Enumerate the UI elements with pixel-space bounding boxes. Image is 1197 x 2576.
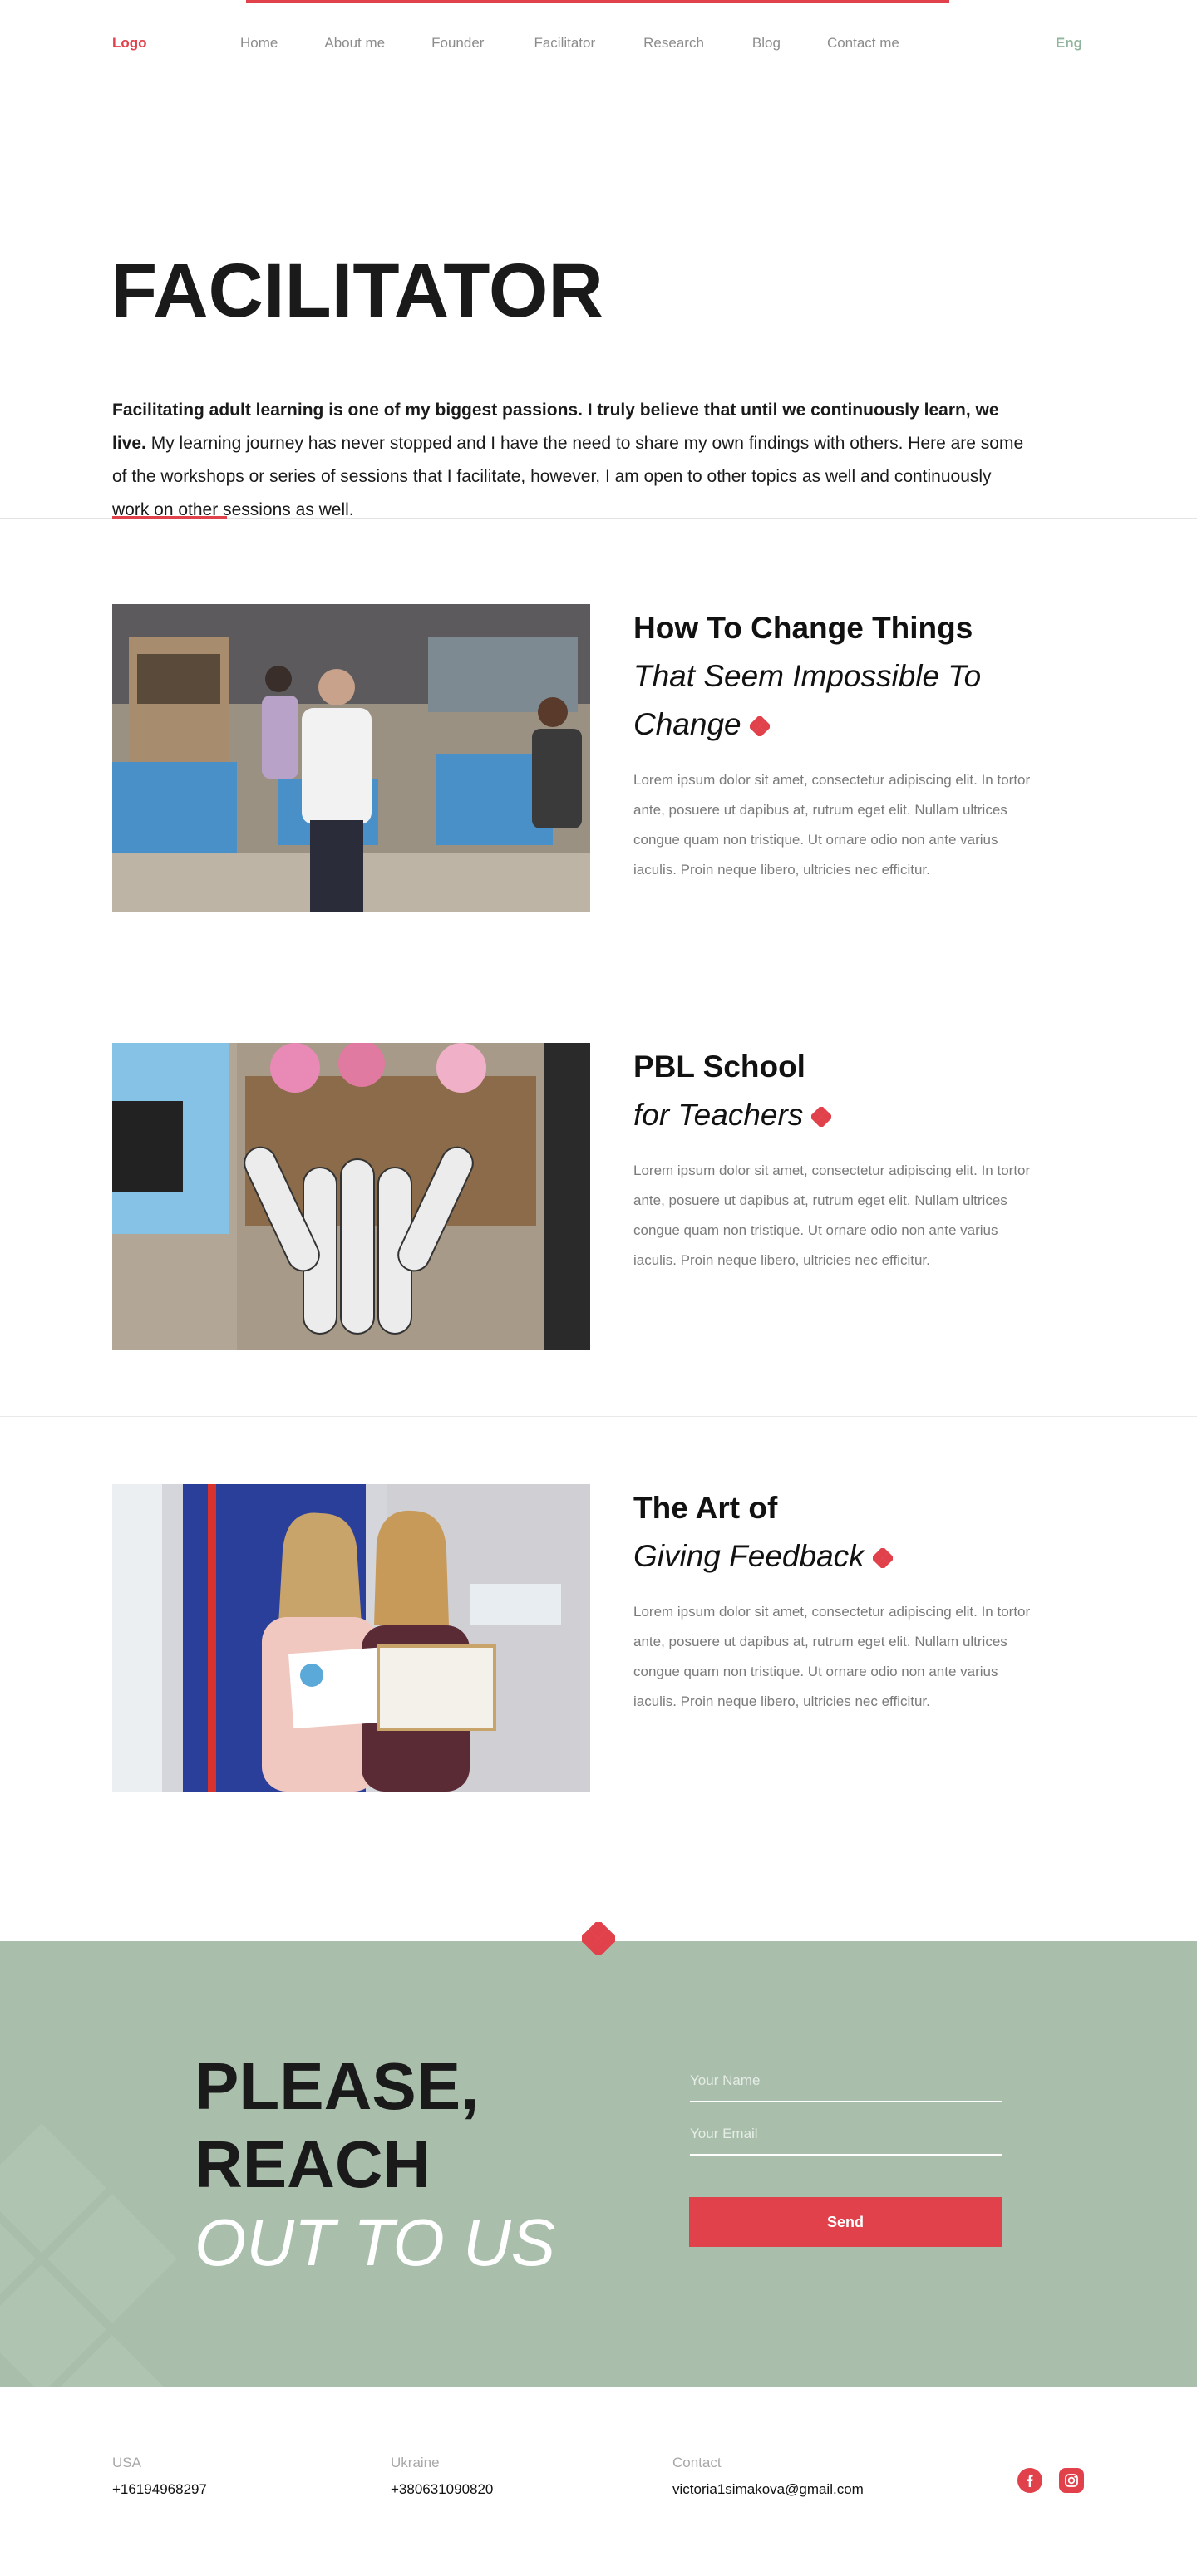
contact-heading-line3: OUT TO US <box>195 2205 556 2279</box>
nav-facilitator[interactable]: Facilitator <box>534 35 595 52</box>
session-title-italic-text: Giving Feedback <box>633 1539 864 1573</box>
footer-ukraine-label: Ukraine <box>391 2455 440 2470</box>
session-text: How To Change Things That Seem Impossibl… <box>633 604 1032 885</box>
logo-link[interactable]: Logo <box>112 35 147 52</box>
session-card: How To Change Things That Seem Impossibl… <box>0 519 1197 976</box>
contact-heading-line2: REACH <box>195 2127 431 2201</box>
diamond-icon <box>579 1919 618 1959</box>
session-text: The Art of Giving Feedback Lorem ipsum d… <box>633 1484 1032 1717</box>
footer-ukraine-phone[interactable]: +380631090820 <box>391 2481 493 2498</box>
contact-section: PLEASE, REACH OUT TO US Send <box>0 1941 1197 2387</box>
session-photo-certificate <box>112 1484 590 1792</box>
session-title-italic: That Seem Impossible To Change <box>633 652 1032 749</box>
session-photo-skateboards <box>112 1043 590 1350</box>
session-title-italic: for Teachers <box>633 1091 1032 1139</box>
session-card: PBL School for Teachers Lorem ipsum dolo… <box>0 976 1197 1417</box>
footer-usa: USA +16194968297 <box>112 2455 207 2498</box>
email-input[interactable] <box>690 2121 1002 2156</box>
diamond-icon <box>811 1107 832 1128</box>
diamond-icon <box>749 716 770 737</box>
intro-rest: My learning journey has never stopped an… <box>112 434 1024 519</box>
session-card: The Art of Giving Feedback Lorem ipsum d… <box>0 1417 1197 1872</box>
nav-research[interactable]: Research <box>643 35 704 52</box>
facebook-icon[interactable] <box>1017 2468 1042 2493</box>
session-description: Lorem ipsum dolor sit amet, consectetur … <box>633 772 1031 878</box>
nav-home[interactable]: Home <box>240 35 278 52</box>
contact-heading-line1: PLEASE, <box>195 2049 480 2123</box>
session-title-italic: Giving Feedback <box>633 1532 1032 1581</box>
session-title-bold: The Art of <box>633 1491 778 1525</box>
site-header: Logo Home About me Founder Facilitator R… <box>0 0 1197 86</box>
nav-blog[interactable]: Blog <box>752 35 781 52</box>
session-description: Lorem ipsum dolor sit amet, consectetur … <box>633 1604 1031 1709</box>
session-title-italic-text: That Seem Impossible To Change <box>633 659 982 741</box>
footer-contact-label: Contact <box>672 2455 722 2470</box>
session-title: The Art of Giving Feedback <box>633 1484 1032 1581</box>
footer-ukraine: Ukraine +380631090820 <box>391 2455 493 2498</box>
session-title: How To Change Things That Seem Impossibl… <box>633 604 1032 749</box>
send-button[interactable]: Send <box>689 2197 1002 2247</box>
main-nav: Home About me Founder Facilitator Resear… <box>240 35 899 52</box>
session-description: Lorem ipsum dolor sit amet, consectetur … <box>633 1163 1031 1268</box>
name-input[interactable] <box>690 2067 1002 2102</box>
session-title: PBL School for Teachers <box>633 1043 1032 1139</box>
session-title-bold: PBL School <box>633 1050 805 1084</box>
nav-founder[interactable]: Founder <box>431 35 484 52</box>
site-footer: USA +16194968297 Ukraine +380631090820 C… <box>0 2387 1197 2576</box>
instagram-icon[interactable] <box>1059 2468 1084 2493</box>
nav-contact-me[interactable]: Contact me <box>827 35 899 52</box>
contact-heading: PLEASE, REACH OUT TO US <box>195 2048 555 2282</box>
footer-usa-phone[interactable]: +16194968297 <box>112 2481 207 2498</box>
session-title-bold: How To Change Things <box>633 611 973 645</box>
diamond-icon <box>872 1548 893 1569</box>
session-title-italic-text: for Teachers <box>633 1098 804 1132</box>
session-photo-workshop <box>112 604 590 912</box>
session-text: PBL School for Teachers Lorem ipsum dolo… <box>633 1043 1032 1276</box>
footer-usa-label: USA <box>112 2455 141 2470</box>
header-accent-line <box>246 0 949 3</box>
hero-section: FACILITATOR Facilitating adult learning … <box>0 86 1197 519</box>
page-title: FACILITATOR <box>111 248 603 333</box>
nav-about-me[interactable]: About me <box>324 35 385 52</box>
footer-contact-email[interactable]: victoria1simakova@gmail.com <box>672 2481 864 2498</box>
language-switch[interactable]: Eng <box>1056 35 1082 52</box>
footer-contact: Contact victoria1simakova@gmail.com <box>672 2455 864 2498</box>
intro-text: Facilitating adult learning is one of my… <box>112 394 1027 527</box>
